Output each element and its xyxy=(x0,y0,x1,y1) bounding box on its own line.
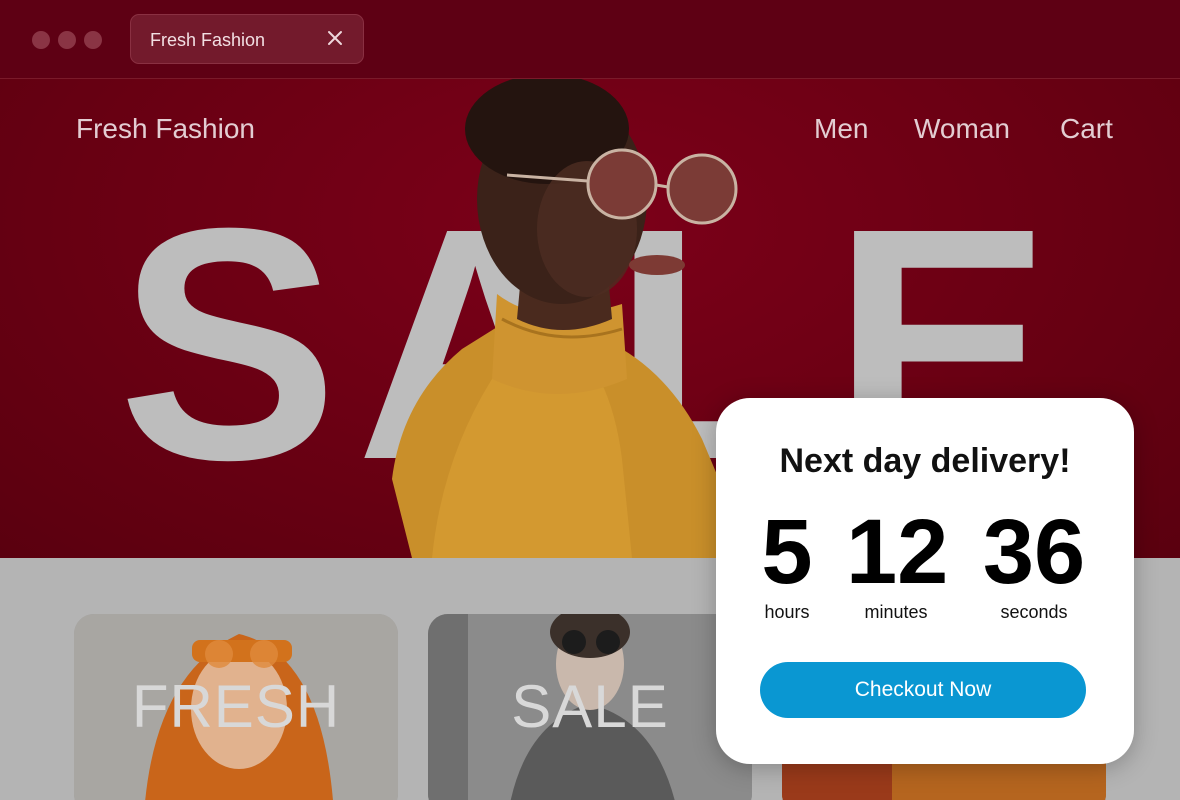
browser-toolbar: Fresh Fashion xyxy=(0,0,1180,79)
nav-men[interactable]: Men xyxy=(814,113,868,145)
countdown-minutes-label: minutes xyxy=(864,602,928,622)
countdown-seconds-value: 36 xyxy=(982,501,1086,603)
popup-title: Next day delivery! xyxy=(779,442,1071,480)
tab-title: Fresh Fashion xyxy=(150,30,266,50)
countdown-hours-label: hours xyxy=(764,602,810,622)
countdown-hours-value: 5 xyxy=(761,501,813,603)
browser-window: Fresh Fashion SALE xyxy=(0,0,1180,800)
nav-cart[interactable]: Cart xyxy=(1060,113,1113,145)
brand-logo[interactable]: Fresh Fashion xyxy=(76,113,255,145)
delivery-popup: Next day delivery! 5 12 36 hours minutes… xyxy=(716,398,1134,764)
product-card-sale[interactable]: SALE xyxy=(428,614,752,800)
card-label-fresh: FRESH xyxy=(131,673,341,740)
browser-tab[interactable]: Fresh Fashion xyxy=(130,14,364,64)
model-photo xyxy=(392,79,752,558)
window-maximize-dot[interactable] xyxy=(84,31,102,49)
window-minimize-dot[interactable] xyxy=(58,31,76,49)
countdown-seconds-label: seconds xyxy=(1000,602,1068,622)
checkout-now-button[interactable]: Checkout Now xyxy=(760,662,1086,718)
close-icon[interactable] xyxy=(325,28,345,48)
countdown-minutes-value: 12 xyxy=(846,501,949,603)
nav-woman[interactable]: Woman xyxy=(914,113,1010,145)
window-close-dot[interactable] xyxy=(32,31,50,49)
product-card-fresh[interactable]: FRESH xyxy=(74,614,398,800)
card-label-sale: SALE xyxy=(511,673,669,740)
